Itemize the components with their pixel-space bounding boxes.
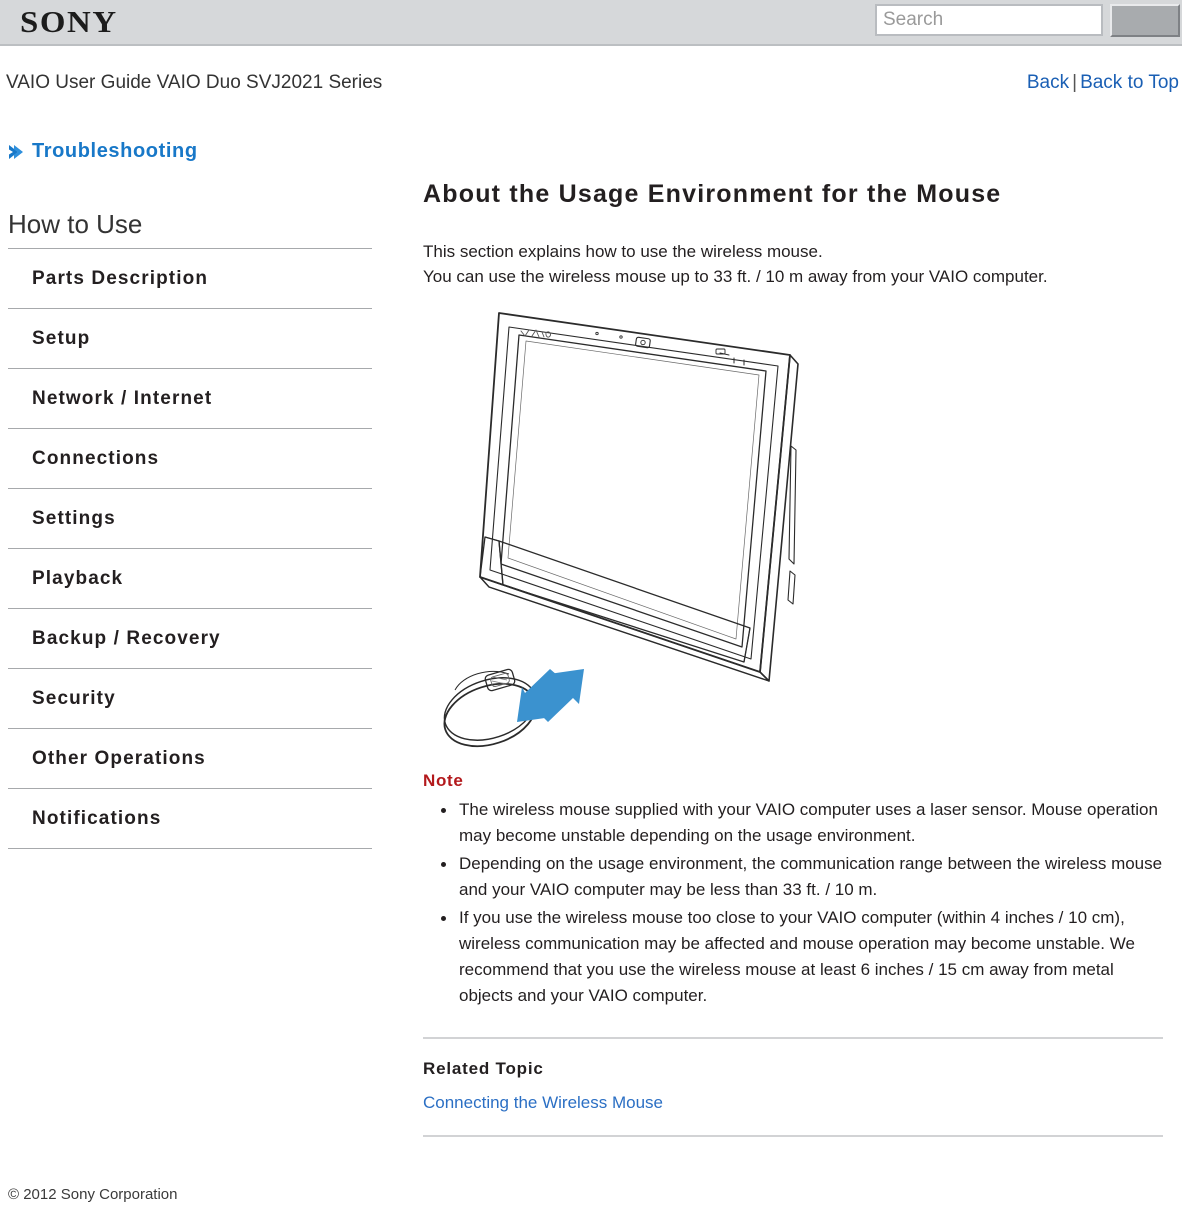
- distance-arrow: [517, 669, 584, 722]
- sidebar-item-security[interactable]: Security: [32, 688, 116, 710]
- list-item[interactable]: Other Operations: [8, 728, 372, 788]
- search-area: [875, 4, 1180, 37]
- sub-header: VAIO User Guide VAIO Duo SVJ2021 Series …: [0, 46, 1182, 98]
- page-title: About the Usage Environment for the Mous…: [423, 180, 1002, 208]
- sidebar-item-playback[interactable]: Playback: [32, 568, 123, 590]
- list-item[interactable]: Security: [8, 668, 372, 728]
- intro-line-2: You can use the wireless mouse up to 33 …: [423, 267, 1048, 286]
- search-input[interactable]: [875, 4, 1103, 36]
- list-item[interactable]: Backup / Recovery: [8, 608, 372, 668]
- back-to-top-link[interactable]: Back to Top: [1080, 72, 1179, 93]
- mouse-usage-illustration: [433, 309, 833, 759]
- list-item[interactable]: Settings: [8, 488, 372, 548]
- sidebar-item-setup[interactable]: Setup: [32, 328, 90, 350]
- sidebar-item-connections[interactable]: Connections: [32, 448, 159, 470]
- sidebar-item-notifications[interactable]: Notifications: [32, 808, 161, 830]
- sidebar-item-network-internet[interactable]: Network / Internet: [32, 388, 212, 410]
- list-item[interactable]: Connections: [8, 428, 372, 488]
- intro-line-1: This section explains how to use the wir…: [423, 242, 823, 261]
- related-topic-heading: Related Topic: [423, 1059, 544, 1078]
- note-list: The wireless mouse supplied with your VA…: [423, 797, 1163, 1009]
- sidebar-section-title: How to Use: [8, 209, 143, 239]
- related-topic-divider: [423, 1037, 1163, 1039]
- nav-separator: |: [1072, 72, 1078, 93]
- sidebar-item-other-operations[interactable]: Other Operations: [32, 748, 206, 770]
- list-item[interactable]: Setup: [8, 308, 372, 368]
- sidebar: Troubleshooting How to Use Parts Descrip…: [0, 140, 400, 849]
- search-submit-button[interactable]: [1110, 4, 1180, 37]
- header-nav-links: Back | Back to Top: [1027, 72, 1179, 94]
- related-topic-link[interactable]: Connecting the Wireless Mouse: [423, 1093, 663, 1112]
- footer-copyright: © 2012 Sony Corporation: [8, 1186, 178, 1203]
- guide-title: VAIO User Guide VAIO Duo SVJ2021 Series: [6, 72, 383, 93]
- top-header-bar: SONY: [0, 0, 1182, 46]
- sidebar-item-troubleshooting[interactable]: Troubleshooting: [8, 140, 400, 163]
- sony-logo: SONY: [20, 4, 118, 39]
- note-item: Depending on the usage environment, the …: [441, 851, 1163, 903]
- sidebar-nav-list: Parts Description Setup Network / Intern…: [8, 248, 372, 849]
- illustration-svg: [443, 312, 799, 748]
- main-content: About the Usage Environment for the Mous…: [423, 180, 1163, 1137]
- back-link[interactable]: Back: [1027, 72, 1069, 93]
- list-item[interactable]: Parts Description: [8, 248, 372, 308]
- note-item: The wireless mouse supplied with your VA…: [441, 797, 1163, 849]
- list-item[interactable]: Network / Internet: [8, 368, 372, 428]
- intro-paragraph: This section explains how to use the wir…: [423, 239, 1163, 289]
- list-item[interactable]: Notifications: [8, 788, 372, 849]
- content-bottom-divider: [423, 1135, 1163, 1137]
- sidebar-item-settings[interactable]: Settings: [32, 508, 116, 530]
- sidebar-troubleshooting-label: Troubleshooting: [32, 140, 198, 162]
- note-heading: Note: [423, 771, 464, 790]
- sidebar-item-backup-recovery[interactable]: Backup / Recovery: [32, 628, 221, 650]
- list-item[interactable]: Playback: [8, 548, 372, 608]
- sidebar-item-parts-description[interactable]: Parts Description: [32, 268, 208, 290]
- note-item: If you use the wireless mouse too close …: [441, 905, 1163, 1009]
- chevron-right-icon: [8, 143, 24, 161]
